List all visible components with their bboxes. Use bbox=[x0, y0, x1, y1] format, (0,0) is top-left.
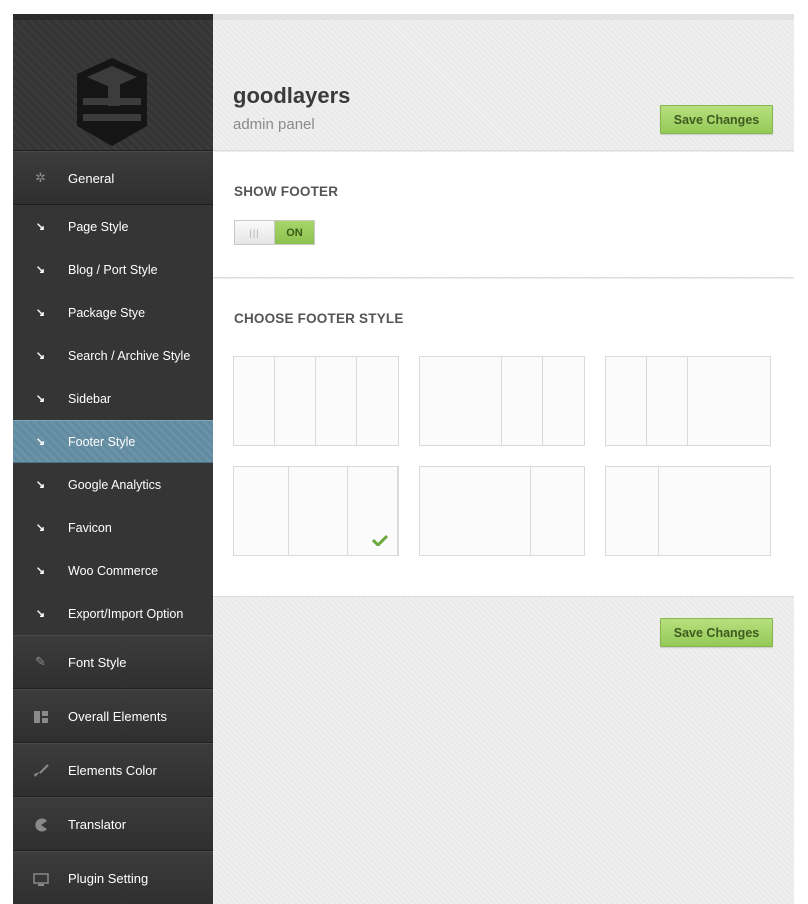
sidebar-item-favicon[interactable]: ↘ Favicon bbox=[13, 506, 213, 549]
sidebar-item-package-style[interactable]: ↘ Package Stye bbox=[13, 291, 213, 334]
arrow-down-right-icon: ↘ bbox=[35, 565, 46, 577]
logo-area bbox=[13, 14, 213, 151]
arrow-down-right-icon: ↘ bbox=[35, 608, 46, 620]
layout-column bbox=[289, 467, 348, 555]
sidebar-item-label: Font Style bbox=[68, 654, 127, 670]
sidebar-item-label: Plugin Setting bbox=[68, 870, 149, 886]
sidebar-item-label: Search / Archive Style bbox=[68, 348, 191, 363]
layout-column bbox=[606, 357, 647, 445]
arrow-down-right-icon: ↘ bbox=[35, 522, 46, 534]
sidebar-item-general[interactable]: ✲ General bbox=[13, 151, 213, 205]
sidebar-item-google-analytics[interactable]: ↘ Google Analytics bbox=[13, 463, 213, 506]
pencil-icon: ✎ bbox=[35, 654, 46, 669]
sidebar-item-label: Page Style bbox=[68, 219, 129, 234]
general-submenu: ↘ Page Style ↘ Blog / Port Style ↘ Packa… bbox=[13, 205, 213, 635]
sidebar-item-label: General bbox=[68, 170, 115, 186]
sidebar-item-label: Woo Commerce bbox=[68, 563, 159, 578]
sidebar-item-blog-port-style[interactable]: ↘ Blog / Port Style bbox=[13, 248, 213, 291]
layout-column bbox=[659, 467, 770, 555]
sidebar-item-plugin-setting[interactable]: Plugin Setting bbox=[13, 851, 213, 904]
sidebar-item-font-style[interactable]: ✎ Font Style bbox=[13, 635, 213, 689]
sidebar-item-sidebar[interactable]: ↘ Sidebar bbox=[13, 377, 213, 420]
sidebar-item-search-archive-style[interactable]: ↘ Search / Archive Style bbox=[13, 334, 213, 377]
show-footer-panel: SHOW FOOTER ||| ON bbox=[213, 152, 794, 278]
footer-style-option-four-columns[interactable] bbox=[233, 356, 399, 446]
toggle-on-label: ON bbox=[275, 221, 314, 244]
arrow-down-right-icon: ↘ bbox=[35, 393, 46, 405]
layout-column bbox=[606, 467, 660, 555]
layout-column bbox=[420, 357, 502, 445]
layout-column bbox=[531, 467, 584, 555]
page-subtitle: admin panel bbox=[233, 116, 315, 133]
layout-column bbox=[502, 357, 543, 445]
sidebar-item-export-import[interactable]: ↘ Export/Import Option bbox=[13, 592, 213, 635]
sidebar-item-label: Export/Import Option bbox=[68, 606, 184, 621]
layout-column bbox=[234, 357, 275, 445]
save-changes-button-bottom[interactable]: Save Changes bbox=[660, 618, 773, 647]
choose-footer-style-label: CHOOSE FOOTER STYLE bbox=[234, 311, 404, 326]
arrow-down-right-icon: ↘ bbox=[35, 479, 46, 491]
layout-column bbox=[316, 357, 357, 445]
layout-icon bbox=[13, 709, 68, 724]
layout-column bbox=[688, 357, 770, 445]
layout-column bbox=[543, 357, 584, 445]
sidebar-item-label: Overall Elements bbox=[68, 708, 167, 724]
footer-style-option-half-two-quarters[interactable] bbox=[419, 356, 585, 446]
sidebar-item-footer-style[interactable]: ↘ Footer Style bbox=[13, 420, 213, 463]
arrow-down-right-icon: ↘ bbox=[35, 221, 46, 233]
sidebar-item-label: Sidebar bbox=[68, 391, 112, 406]
sidebar-item-label: Blog / Port Style bbox=[68, 262, 158, 277]
brush-icon bbox=[13, 762, 68, 778]
footer-style-option-two-thirds-third[interactable] bbox=[419, 466, 585, 556]
sidebar: ✲ General ↘ Page Style ↘ Blog / Port Sty… bbox=[13, 14, 213, 904]
show-footer-toggle[interactable]: ||| ON bbox=[234, 220, 315, 245]
main-content: goodlayers admin panel Save Changes SHOW… bbox=[213, 20, 794, 904]
sidebar-item-label: Translator bbox=[68, 816, 127, 832]
layout-column bbox=[420, 467, 531, 555]
gear-icon: ✲ bbox=[35, 170, 46, 185]
sidebar-item-elements-color[interactable]: Elements Color bbox=[13, 743, 213, 797]
sidebar-item-label: Elements Color bbox=[68, 762, 157, 778]
show-footer-label: SHOW FOOTER bbox=[234, 184, 339, 199]
goodlayers-logo bbox=[77, 58, 147, 146]
sidebar-item-overall-elements[interactable]: Overall Elements bbox=[13, 689, 213, 743]
footer-style-option-three-columns[interactable] bbox=[233, 466, 399, 556]
toggle-knob: ||| bbox=[235, 221, 275, 244]
layout-column bbox=[275, 357, 316, 445]
sidebar-item-page-style[interactable]: ↘ Page Style bbox=[13, 205, 213, 248]
layout-column bbox=[357, 357, 398, 445]
sidebar-item-label: Google Analytics bbox=[68, 477, 162, 492]
header: goodlayers admin panel Save Changes bbox=[213, 20, 794, 151]
sidebar-item-label: Package Stye bbox=[68, 305, 146, 320]
sidebar-item-label: Footer Style bbox=[68, 434, 136, 449]
sidebar-item-woo-commerce[interactable]: ↘ Woo Commerce bbox=[13, 549, 213, 592]
monitor-icon bbox=[13, 870, 68, 886]
arrow-down-right-icon: ↘ bbox=[35, 436, 46, 448]
page-title: goodlayers bbox=[233, 83, 351, 108]
arrow-down-right-icon: ↘ bbox=[35, 307, 46, 319]
arrow-down-right-icon: ↘ bbox=[35, 264, 46, 276]
footer-style-option-two-quarters-half[interactable] bbox=[605, 356, 771, 446]
sidebar-item-label: Favicon bbox=[68, 520, 112, 535]
pacman-icon bbox=[13, 816, 68, 832]
footer-style-option-third-two-thirds[interactable] bbox=[605, 466, 771, 556]
save-changes-button[interactable]: Save Changes bbox=[660, 105, 773, 134]
arrow-down-right-icon: ↘ bbox=[35, 350, 46, 362]
footer-style-panel: CHOOSE FOOTER STYLE bbox=[213, 279, 794, 597]
sidebar-item-translator[interactable]: Translator bbox=[13, 797, 213, 851]
layout-column bbox=[234, 467, 289, 555]
selected-check-icon bbox=[372, 534, 388, 546]
layout-column bbox=[647, 357, 688, 445]
